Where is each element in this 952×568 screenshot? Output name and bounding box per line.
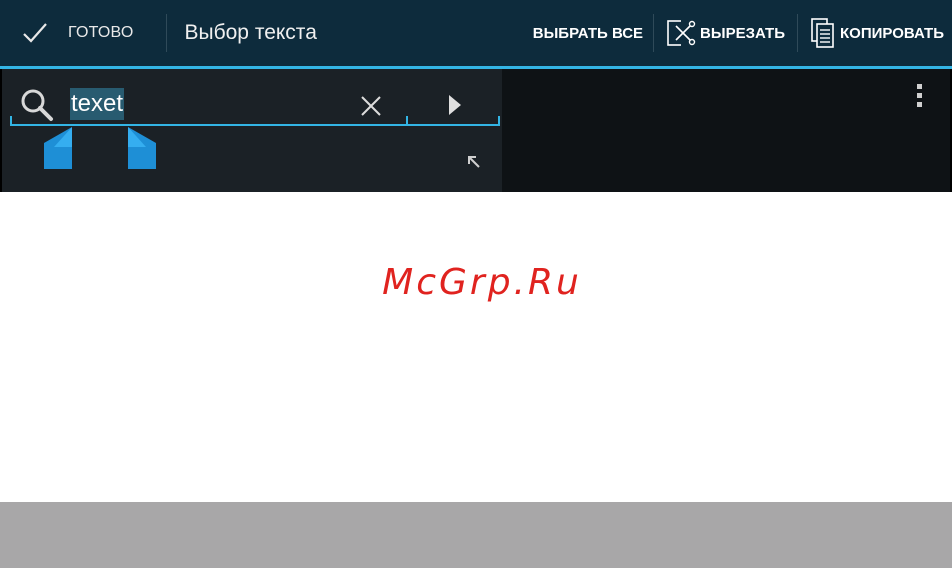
copy-icon — [811, 18, 834, 48]
select-all-label: ВЫБРАТЬ ВСЕ — [532, 24, 644, 42]
play-icon[interactable] — [448, 94, 462, 121]
search-icon — [20, 88, 54, 127]
select-all-button[interactable]: ВЫБРАТЬ ВСЕ — [521, 0, 653, 66]
cut-icon — [667, 18, 697, 48]
watermark-text: McGrp.Ru — [382, 262, 582, 303]
done-button[interactable]: ГОТОВО — [0, 0, 166, 66]
copy-label: КОПИРОВАТЬ — [840, 24, 944, 42]
close-icon[interactable] — [359, 94, 383, 123]
cut-button[interactable]: ВЫРЕЗАТЬ — [654, 0, 797, 66]
done-label: ГОТОВО — [68, 24, 134, 41]
next-button-underline — [408, 124, 500, 126]
overflow-menu-icon[interactable] — [916, 83, 924, 114]
action-bar-title: Выбор текста — [184, 21, 317, 44]
content-area: texet — [2, 69, 950, 192]
footer-bar — [0, 502, 952, 568]
search-field-underline — [10, 124, 408, 126]
device-screen: ГОТОВО Выбор текста ВЫБРАТЬ ВСЕ ВЫРЕЗАТЬ — [0, 0, 952, 192]
selection-handle-end[interactable] — [128, 127, 156, 174]
search-field-edge — [10, 116, 12, 126]
copy-button[interactable]: КОПИРОВАТЬ — [798, 0, 952, 66]
search-input[interactable]: texet — [70, 88, 125, 120]
arrow-up-left-icon[interactable] — [467, 155, 481, 174]
checkmark-icon — [23, 23, 47, 43]
search-field-edge — [498, 116, 500, 126]
text-selection-action-bar: ГОТОВО Выбор текста ВЫБРАТЬ ВСЕ ВЫРЕЗАТЬ — [0, 0, 952, 66]
search-panel: texet — [2, 69, 502, 192]
cut-label: ВЫРЕЗАТЬ — [700, 24, 786, 42]
selection-handle-start[interactable] — [44, 127, 72, 174]
